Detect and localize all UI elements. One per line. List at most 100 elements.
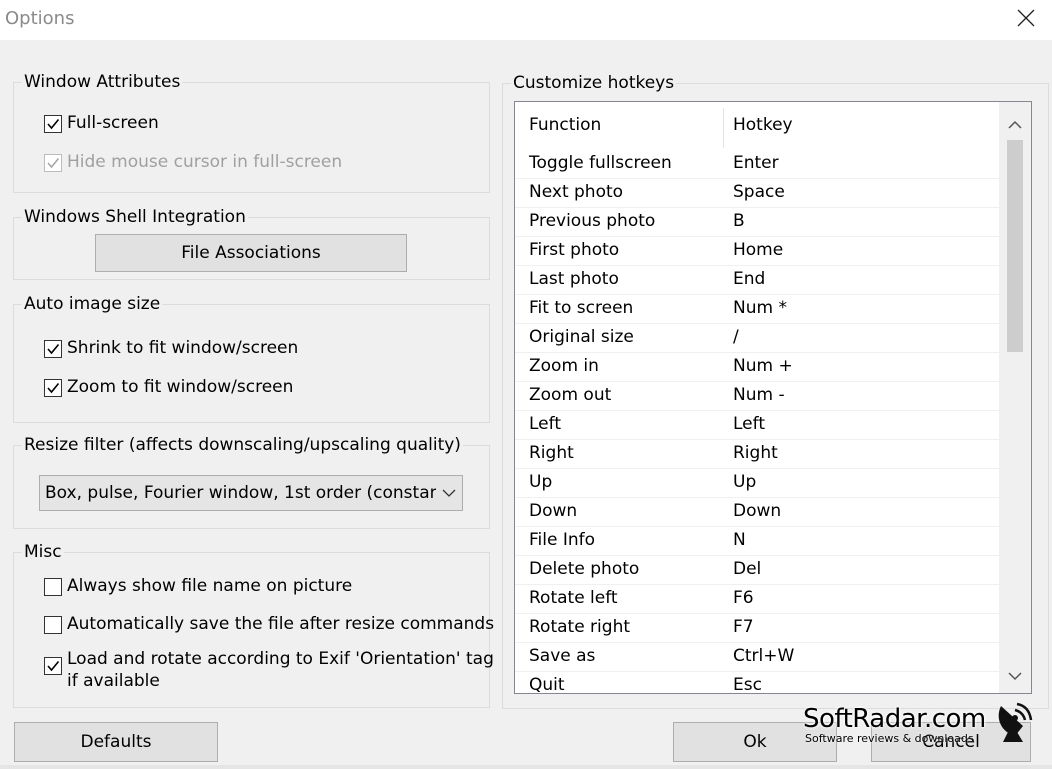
checkmark-icon [47, 382, 60, 394]
table-row[interactable]: Save as Ctrl+W [515, 643, 999, 672]
table-row[interactable]: Down Down [515, 498, 999, 527]
exif-rotate-checkbox-box[interactable] [44, 657, 62, 675]
cell-hotkey[interactable]: / [733, 327, 739, 347]
hide-cursor-checkbox[interactable]: Hide mouse cursor in full-screen [44, 152, 342, 172]
cell-hotkey[interactable]: Down [733, 501, 781, 521]
checkmark-icon [47, 157, 60, 169]
cell-function: Right [529, 443, 574, 463]
table-row[interactable]: Next photo Space [515, 179, 999, 208]
bottom-edge [0, 765, 1052, 769]
cell-function: Zoom out [529, 385, 612, 405]
cell-hotkey[interactable]: Home [733, 240, 783, 260]
fullscreen-checkbox-box[interactable] [44, 115, 62, 133]
resize-filter-select[interactable]: Box, pulse, Fourier window, 1st order (c… [39, 475, 463, 511]
auto-save-checkbox-box[interactable] [44, 616, 62, 634]
defaults-button[interactable]: Defaults [14, 722, 218, 762]
hide-cursor-checkbox-box[interactable] [44, 154, 62, 172]
shell-integration-label: Windows Shell Integration [22, 207, 248, 227]
misc-label: Misc [22, 542, 64, 562]
watermark-subtitle: Software reviews & downloads [805, 732, 974, 745]
cell-function: Up [529, 472, 553, 492]
cell-hotkey[interactable]: N [733, 530, 746, 550]
table-header: Function Hotkey [515, 102, 999, 148]
auto-save-checkbox[interactable]: Automatically save the file after resize… [44, 614, 494, 634]
table-row[interactable]: Zoom out Num - [515, 382, 999, 411]
column-header-function[interactable]: Function [529, 102, 601, 148]
title-bar: Options [0, 0, 1052, 40]
cell-function: Last photo [529, 269, 619, 289]
cell-hotkey[interactable]: B [733, 211, 745, 231]
satellite-dish-icon [993, 700, 1033, 749]
hide-cursor-label: Hide mouse cursor in full-screen [67, 152, 343, 172]
resize-filter-label: Resize filter (affects downscaling/upsca… [22, 435, 463, 455]
cell-function: Delete photo [529, 559, 640, 579]
cell-hotkey[interactable]: Enter [733, 153, 779, 173]
close-icon [1016, 8, 1036, 33]
watermark-title: SoftRadar.com [803, 704, 986, 734]
cell-function: Rotate left [529, 588, 618, 608]
table-row[interactable]: Left Left [515, 411, 999, 440]
table-row[interactable]: Last photo End [515, 266, 999, 295]
cell-function: Down [529, 501, 578, 521]
fullscreen-checkbox[interactable]: Full-screen [44, 113, 159, 133]
table-row[interactable]: Delete photo Del [515, 556, 999, 585]
exif-rotate-checkbox[interactable]: Load and rotate according to Exif 'Orien… [44, 648, 494, 692]
cell-hotkey[interactable]: Ctrl+W [733, 646, 794, 666]
table-row[interactable]: Original size / [515, 324, 999, 353]
window-title: Options [5, 8, 75, 29]
table-row[interactable]: Up Up [515, 469, 999, 498]
cell-hotkey[interactable]: Space [733, 182, 785, 202]
cell-hotkey[interactable]: F6 [733, 588, 754, 608]
shrink-checkbox[interactable]: Shrink to fit window/screen [44, 338, 298, 358]
file-associations-button[interactable]: File Associations [95, 234, 407, 272]
checkmark-icon [47, 118, 60, 130]
cell-hotkey[interactable]: Num - [733, 385, 785, 405]
table-row[interactable]: Right Right [515, 440, 999, 469]
softradar-watermark: SoftRadar.com Software reviews & downloa… [803, 702, 1033, 748]
cell-hotkey[interactable]: End [733, 269, 765, 289]
table-row[interactable]: First photo Home [515, 237, 999, 266]
resize-filter-value: Box, pulse, Fourier window, 1st order (c… [45, 483, 436, 503]
cell-hotkey[interactable]: Left [733, 414, 765, 434]
show-filename-checkbox[interactable]: Always show file name on picture [44, 576, 352, 596]
show-filename-checkbox-box[interactable] [44, 578, 62, 596]
table-row[interactable]: Toggle fullscreen Enter [515, 150, 999, 179]
zoom-fit-checkbox-box[interactable] [44, 379, 62, 397]
table-row[interactable]: File Info N [515, 527, 999, 556]
close-button[interactable] [1006, 4, 1046, 36]
table-row[interactable]: Previous photo B [515, 208, 999, 237]
table-row[interactable]: Quit Esc [515, 672, 999, 694]
shrink-checkbox-box[interactable] [44, 340, 62, 358]
zoom-fit-checkbox[interactable]: Zoom to fit window/screen [44, 377, 293, 397]
cell-function: Previous photo [529, 211, 656, 231]
scrollbar-thumb[interactable] [1007, 140, 1023, 352]
cell-hotkey[interactable]: Num * [733, 298, 787, 318]
column-header-hotkey[interactable]: Hotkey [733, 102, 793, 148]
checkmark-icon [47, 343, 60, 355]
cell-hotkey[interactable]: Esc [733, 675, 762, 693]
cell-hotkey[interactable]: F7 [733, 617, 754, 637]
window-attributes-label: Window Attributes [22, 72, 183, 92]
cell-function: Fit to screen [529, 298, 634, 318]
table-row[interactable]: Rotate left F6 [515, 585, 999, 614]
table-row[interactable]: Rotate right F7 [515, 614, 999, 643]
vertical-scrollbar[interactable] [999, 102, 1031, 693]
cell-hotkey[interactable]: Num + [733, 356, 793, 376]
hotkeys-table[interactable]: Function Hotkey Toggle fullscreen Enter Ne… [514, 101, 1032, 694]
column-separator[interactable] [723, 108, 724, 148]
auto-save-label: Automatically save the file after resize… [67, 614, 495, 634]
show-filename-label: Always show file name on picture [67, 576, 353, 596]
cell-function: Zoom in [529, 356, 599, 376]
scroll-down-icon[interactable] [999, 661, 1031, 691]
auto-image-size-label: Auto image size [22, 294, 163, 314]
cell-function: Original size [529, 327, 634, 347]
cell-hotkey[interactable]: Up [733, 472, 756, 492]
table-row[interactable]: Zoom in Num + [515, 353, 999, 382]
cell-function: Left [529, 414, 561, 434]
scroll-up-icon[interactable] [999, 110, 1031, 140]
cell-hotkey[interactable]: Right [733, 443, 778, 463]
cell-function: Quit [529, 675, 565, 694]
shrink-label: Shrink to fit window/screen [67, 338, 299, 358]
cell-hotkey[interactable]: Del [733, 559, 761, 579]
table-row[interactable]: Fit to screen Num * [515, 295, 999, 324]
